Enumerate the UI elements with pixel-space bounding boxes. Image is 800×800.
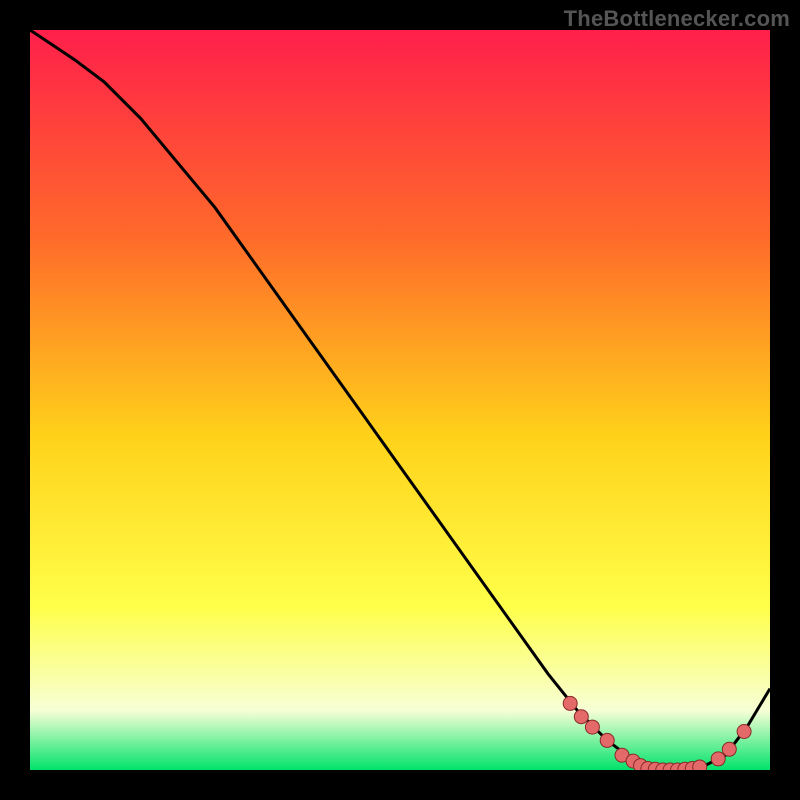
watermark-text: TheBottlenecker.com (564, 6, 790, 32)
curve-marker (585, 720, 599, 734)
chart-frame: TheBottlenecker.com (0, 0, 800, 800)
curve-marker (600, 733, 614, 747)
curve-marker (574, 710, 588, 724)
chart-svg (30, 30, 770, 770)
gradient-background (30, 30, 770, 770)
curve-marker (737, 725, 751, 739)
curve-marker (711, 752, 725, 766)
curve-marker (722, 742, 736, 756)
curve-marker (563, 696, 577, 710)
chart-plot-area (30, 30, 770, 770)
curve-marker (693, 760, 707, 770)
